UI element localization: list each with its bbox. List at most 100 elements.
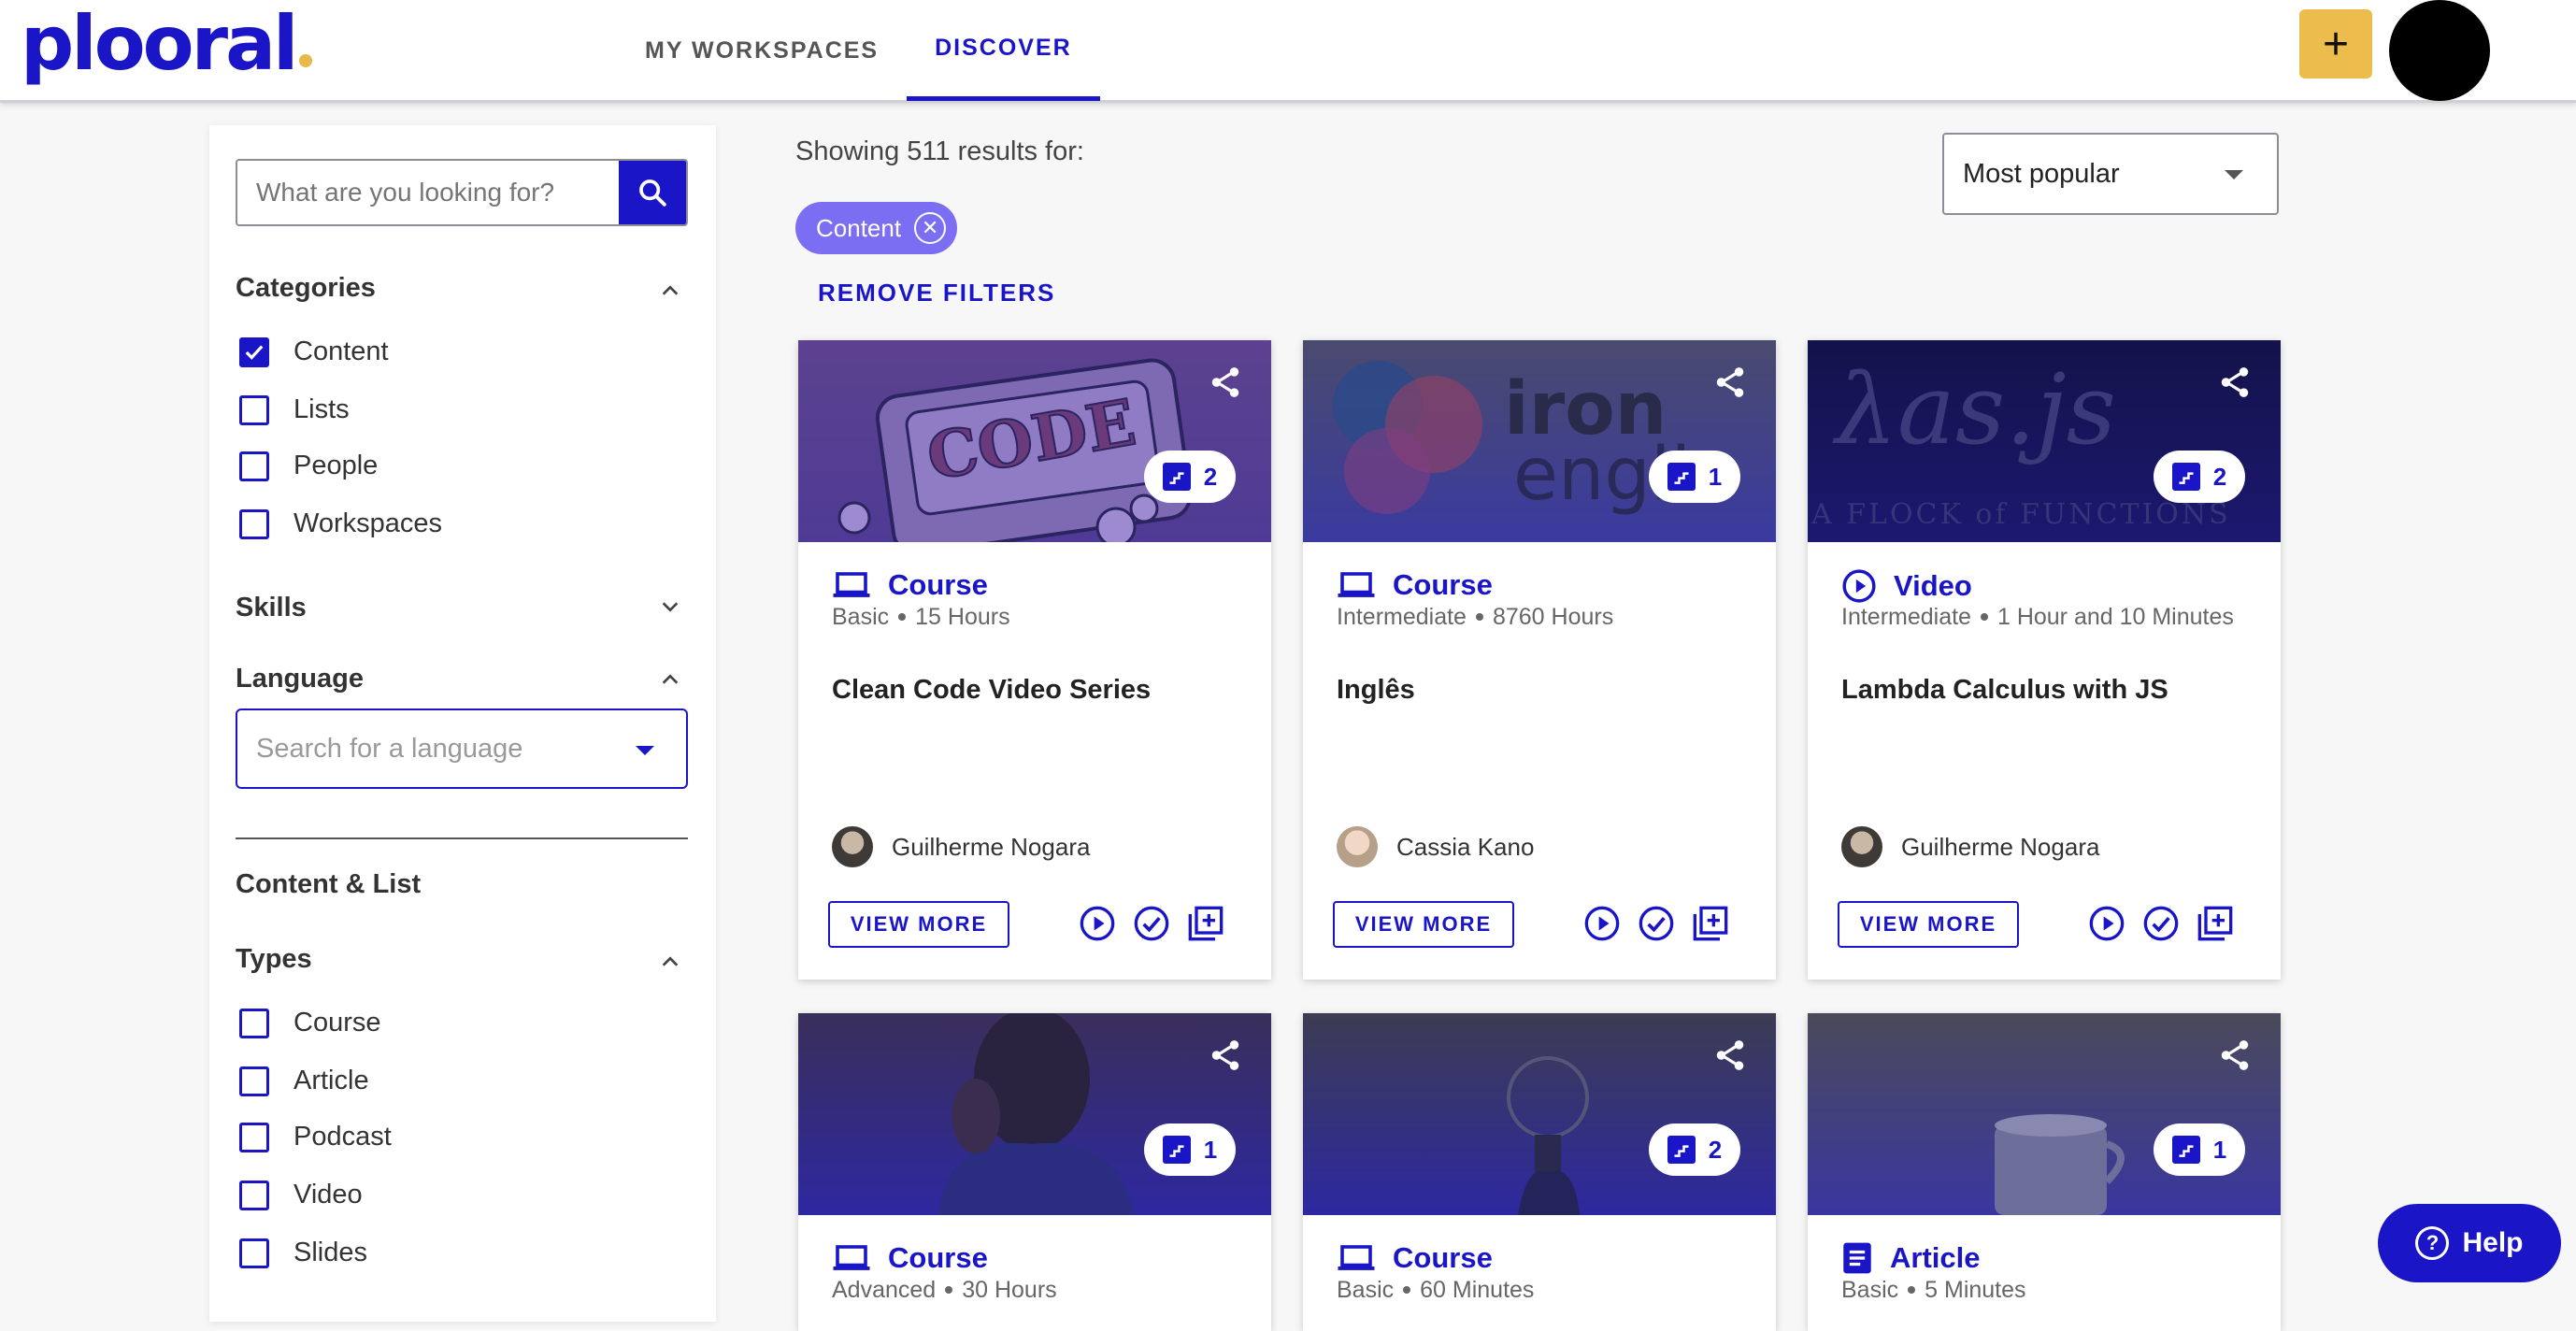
type-course[interactable]: Course <box>239 1008 381 1038</box>
steps-count: 1 <box>2212 1135 2227 1164</box>
content-list-title: Content & List <box>236 869 422 899</box>
play-circle-icon[interactable] <box>2088 905 2125 942</box>
close-icon[interactable]: ✕ <box>914 212 947 244</box>
view-more-button[interactable]: VIEW MORE <box>1838 901 2019 948</box>
create-button[interactable]: + <box>2299 9 2372 79</box>
user-avatar[interactable] <box>2389 0 2490 101</box>
card-type-label: Course <box>1393 568 1493 601</box>
view-more-button[interactable]: VIEW MORE <box>828 901 1009 948</box>
search-button[interactable] <box>619 161 686 224</box>
share-icon[interactable] <box>1208 1038 1243 1073</box>
card-author[interactable]: Guilherme Nogara <box>832 826 1090 867</box>
card-title[interactable]: Clean Code Video Series <box>832 675 1151 706</box>
check-circle-icon[interactable] <box>2142 905 2180 942</box>
steps-badge: 1 <box>1649 451 1740 503</box>
steps-badge: 2 <box>2154 451 2245 503</box>
lambdas-js-image: λas.js A FLOCK of FUNCTIONS <box>1810 352 2228 531</box>
check-circle-icon[interactable] <box>1133 905 1170 942</box>
type-label: Podcast <box>293 1122 392 1152</box>
category-workspaces[interactable]: Workspaces <box>239 508 442 539</box>
share-icon[interactable] <box>1712 365 1748 400</box>
search-icon <box>639 179 666 207</box>
check-circle-icon[interactable] <box>1638 905 1675 942</box>
stairs-icon <box>1162 463 1191 491</box>
card-duration: 8760 Hours <box>1492 604 1614 630</box>
content-card[interactable]: 1 Course Advanced 30 Hours <box>798 1013 1271 1331</box>
plooral-logo[interactable]: pl oo ral <box>21 0 313 87</box>
type-article[interactable]: Article <box>239 1066 369 1096</box>
card-type: Course <box>1337 1241 1493 1275</box>
category-lists[interactable]: Lists <box>239 394 350 425</box>
card-type-label: Course <box>1393 1241 1493 1274</box>
type-video[interactable]: Video <box>239 1180 363 1210</box>
category-content[interactable]: Content <box>239 336 389 367</box>
steps-badge: 2 <box>1649 1123 1740 1176</box>
person-whisper-image <box>938 1013 1135 1215</box>
card-image: iron engli 1 <box>1303 340 1776 542</box>
add-to-list-icon[interactable] <box>1187 905 1224 942</box>
card-meta: Intermediate 1 Hour and 10 Minutes <box>1841 604 2234 631</box>
chevron-up-icon[interactable] <box>660 280 680 301</box>
filters-sidebar: Categories Content Lists People Workspac… <box>209 125 716 1322</box>
tab-discover[interactable]: DISCOVER <box>907 0 1100 101</box>
type-slides[interactable]: Slides <box>239 1238 367 1268</box>
play-circle-icon[interactable] <box>1583 905 1621 942</box>
remove-filters-button[interactable]: REMOVE FILTERS <box>818 279 1055 308</box>
card-level: Advanced <box>832 1277 937 1303</box>
language-select[interactable]: Search for a language <box>236 708 688 789</box>
card-title[interactable]: Inglês <box>1337 675 1415 706</box>
steps-count: 1 <box>1203 1135 1218 1164</box>
checkbox-checked[interactable] <box>239 336 269 367</box>
content-card[interactable]: 2 Course Basic 60 Minutes <box>1303 1013 1776 1331</box>
view-more-button[interactable]: VIEW MORE <box>1333 901 1514 948</box>
share-icon[interactable] <box>2217 365 2253 400</box>
help-button[interactable]: ? Help <box>2378 1204 2561 1282</box>
add-to-list-icon[interactable] <box>1692 905 1729 942</box>
content-card[interactable]: CODE 2 Course Basic 15 Hours Clean Code V… <box>798 340 1271 980</box>
card-type-label: Article <box>1890 1241 1981 1274</box>
results-count: Showing 511 results for: <box>795 136 1084 166</box>
card-type: Article <box>1841 1241 1980 1275</box>
share-icon[interactable] <box>2217 1038 2253 1073</box>
card-level: Intermediate <box>1337 604 1467 630</box>
share-icon[interactable] <box>1208 365 1243 400</box>
checkbox[interactable] <box>239 1180 269 1210</box>
author-avatar <box>1337 826 1378 867</box>
checkbox[interactable] <box>239 1066 269 1096</box>
content-card[interactable]: iron engli 1 Course Intermediate 8760 Hou… <box>1303 340 1776 980</box>
search-box <box>236 159 688 226</box>
card-meta: Basic 60 Minutes <box>1337 1277 1534 1304</box>
chevron-down-icon[interactable] <box>660 596 680 617</box>
steps-count: 1 <box>1708 462 1723 491</box>
checkbox[interactable] <box>239 1008 269 1038</box>
search-input[interactable] <box>237 161 619 224</box>
sort-select[interactable]: Most popular <box>1942 133 2279 215</box>
card-title[interactable]: Lambda Calculus with JS <box>1841 675 2168 706</box>
category-label: Content <box>293 336 389 366</box>
share-icon[interactable] <box>1712 1038 1748 1073</box>
card-type-label: Course <box>888 568 988 601</box>
top-bar: pl oo ral MY WORKSPACES DISCOVER + <box>0 0 2576 103</box>
content-card[interactable]: 1 Article Basic 5 Minutes <box>1808 1013 2281 1331</box>
checkbox[interactable] <box>239 394 269 425</box>
card-author[interactable]: Guilherme Nogara <box>1841 826 2099 867</box>
checkbox[interactable] <box>239 1238 269 1268</box>
card-type: Course <box>1337 568 1493 602</box>
card-level: Basic <box>1337 1277 1395 1303</box>
add-to-list-icon[interactable] <box>2197 905 2234 942</box>
play-circle-icon[interactable] <box>1079 905 1116 942</box>
type-podcast[interactable]: Podcast <box>239 1122 392 1152</box>
checkbox[interactable] <box>239 1122 269 1152</box>
card-author[interactable]: Cassia Kano <box>1337 826 1534 867</box>
card-level: Intermediate <box>1841 604 1971 630</box>
content-card[interactable]: λas.js A FLOCK of FUNCTIONS 2 Video Inte… <box>1808 340 2281 980</box>
chevron-up-icon[interactable] <box>660 669 680 690</box>
category-people[interactable]: People <box>239 451 378 481</box>
chevron-up-icon[interactable] <box>660 952 680 972</box>
main-nav: MY WORKSPACES DISCOVER <box>617 0 1100 101</box>
tab-my-workspaces[interactable]: MY WORKSPACES <box>617 0 907 101</box>
language-title: Language <box>236 664 364 694</box>
code-soap-illustration: CODE <box>798 340 1271 542</box>
checkbox[interactable] <box>239 451 269 481</box>
checkbox[interactable] <box>239 508 269 539</box>
